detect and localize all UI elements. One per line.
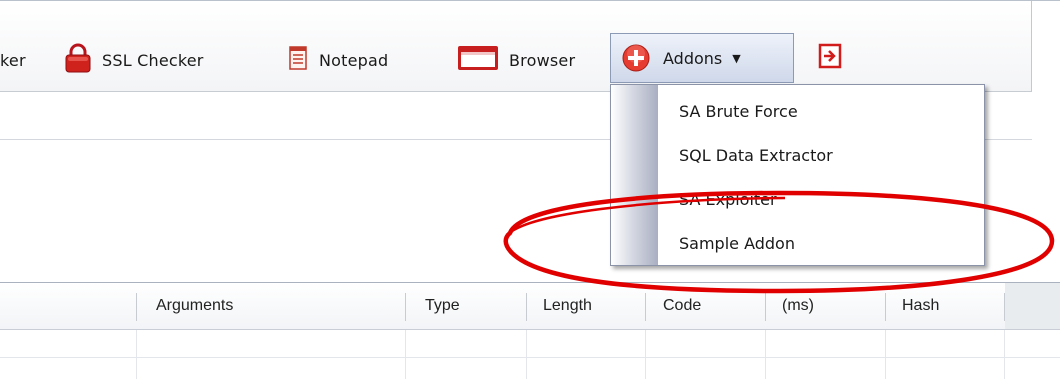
column-separator[interactable] <box>765 293 766 321</box>
addons-dropdown-button[interactable]: Addons ▼ <box>610 33 794 83</box>
plus-circle-icon <box>621 43 651 73</box>
browser-label: Browser <box>509 50 576 70</box>
addons-label: Addons <box>663 48 723 68</box>
column-label: Type <box>425 297 460 314</box>
menu-item-label: SQL Data Extractor <box>679 145 833 165</box>
menu-item-label: SA Exploiter <box>679 189 777 209</box>
menu-item-sample-addon[interactable]: Sample Addon <box>659 223 984 263</box>
menu-item-sa-exploiter[interactable]: SA Exploiter <box>659 179 984 219</box>
app-window: ker SSL Checker Notepad Browser Addons ▼… <box>0 0 1060 379</box>
column-header-code[interactable]: Code <box>663 283 701 329</box>
column-label: Hash <box>902 297 940 314</box>
column-separator[interactable] <box>885 293 886 321</box>
toolbar-item-partial[interactable]: ker <box>0 37 26 83</box>
notepad-icon <box>287 45 309 75</box>
notepad-label: Notepad <box>319 50 389 70</box>
column-separator[interactable] <box>526 293 527 321</box>
grid-column-line <box>136 330 137 379</box>
grid-column-line <box>645 330 646 379</box>
exit-button[interactable] <box>818 43 842 73</box>
column-label: Code <box>663 297 702 314</box>
grid-column-line <box>765 330 766 379</box>
ssl-checker-label: SSL Checker <box>102 50 204 70</box>
menu-item-label: Sample Addon <box>679 233 795 253</box>
column-label: Length <box>543 297 592 314</box>
grid-header-bottom <box>0 329 1060 330</box>
table-row-divider <box>0 357 1060 358</box>
menu-item-sa-brute-force[interactable]: SA Brute Force <box>659 91 984 131</box>
exit-icon <box>818 43 842 73</box>
column-separator[interactable] <box>1004 293 1005 321</box>
column-separator[interactable] <box>645 293 646 321</box>
menu-icon-gutter <box>611 85 658 265</box>
menu-item-label: SA Brute Force <box>679 101 798 121</box>
column-separator[interactable] <box>136 293 137 321</box>
ssl-checker-button[interactable]: SSL Checker <box>64 37 204 83</box>
column-label: (ms) <box>782 297 814 314</box>
column-label: Arguments <box>156 297 234 314</box>
column-header-ms[interactable]: (ms) <box>782 283 814 329</box>
addons-menu: SA Brute Force SQL Data Extractor SA Exp… <box>610 84 985 266</box>
toolbar-edge <box>1031 1 1032 92</box>
grid-column-line <box>405 330 406 379</box>
lock-icon <box>64 43 92 77</box>
column-header-type[interactable]: Type <box>425 283 460 329</box>
column-header-length[interactable]: Length <box>543 283 592 329</box>
toolbar: ker SSL Checker Notepad Browser Addons ▼ <box>0 1 1032 92</box>
toolbar-partial-label: ker <box>0 50 26 70</box>
chevron-down-icon: ▼ <box>732 51 741 65</box>
column-separator[interactable] <box>405 293 406 321</box>
grid-column-line <box>1004 330 1005 379</box>
browser-button[interactable]: Browser <box>457 37 575 83</box>
grid-header-filler <box>1005 283 1060 329</box>
notepad-button[interactable]: Notepad <box>287 37 388 83</box>
grid-header: Arguments Type Length Code (ms) Hash <box>0 283 1060 329</box>
column-header-arguments[interactable]: Arguments <box>156 283 233 329</box>
grid-column-line <box>885 330 886 379</box>
browser-window-icon <box>457 44 499 76</box>
menu-item-sql-data-extractor[interactable]: SQL Data Extractor <box>659 135 984 175</box>
column-header-hash[interactable]: Hash <box>902 283 939 329</box>
grid-column-line <box>526 330 527 379</box>
